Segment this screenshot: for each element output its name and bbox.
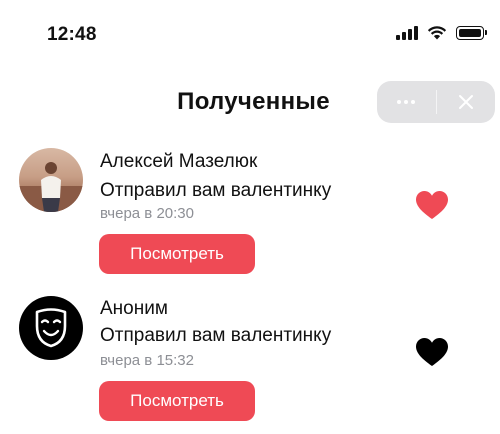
- status-bar: 12:48: [0, 0, 500, 72]
- status-time: 12:48: [47, 24, 97, 45]
- sender-name: Аноним: [100, 298, 168, 319]
- view-button[interactable]: Посмотреть: [99, 234, 255, 274]
- cellular-signal-icon: [396, 25, 418, 40]
- anonymous-mask-avatar[interactable]: [19, 296, 83, 360]
- timestamp: вчера в 20:30: [100, 205, 194, 222]
- heart-icon[interactable]: [415, 190, 449, 220]
- message-text: Отправил вам валентинку: [100, 180, 332, 201]
- sender-name: Алексей Мазелюк: [100, 151, 258, 172]
- person-photo-icon: [19, 162, 83, 212]
- battery-icon: [456, 25, 487, 40]
- more-button[interactable]: [377, 81, 436, 123]
- ellipsis-icon: [397, 100, 416, 104]
- view-button[interactable]: Посмотреть: [99, 381, 255, 421]
- close-icon: [458, 95, 473, 109]
- mask-icon: [35, 308, 67, 348]
- timestamp: вчера в 15:32: [100, 352, 194, 369]
- wifi-icon: [427, 26, 447, 40]
- mini-app-capsule: [377, 81, 495, 123]
- message-text: Отправил вам валентинку: [100, 325, 332, 346]
- status-icons: [396, 25, 487, 40]
- close-button[interactable]: [436, 81, 495, 123]
- heart-icon[interactable]: [415, 337, 449, 367]
- user-photo-avatar[interactable]: [19, 148, 83, 212]
